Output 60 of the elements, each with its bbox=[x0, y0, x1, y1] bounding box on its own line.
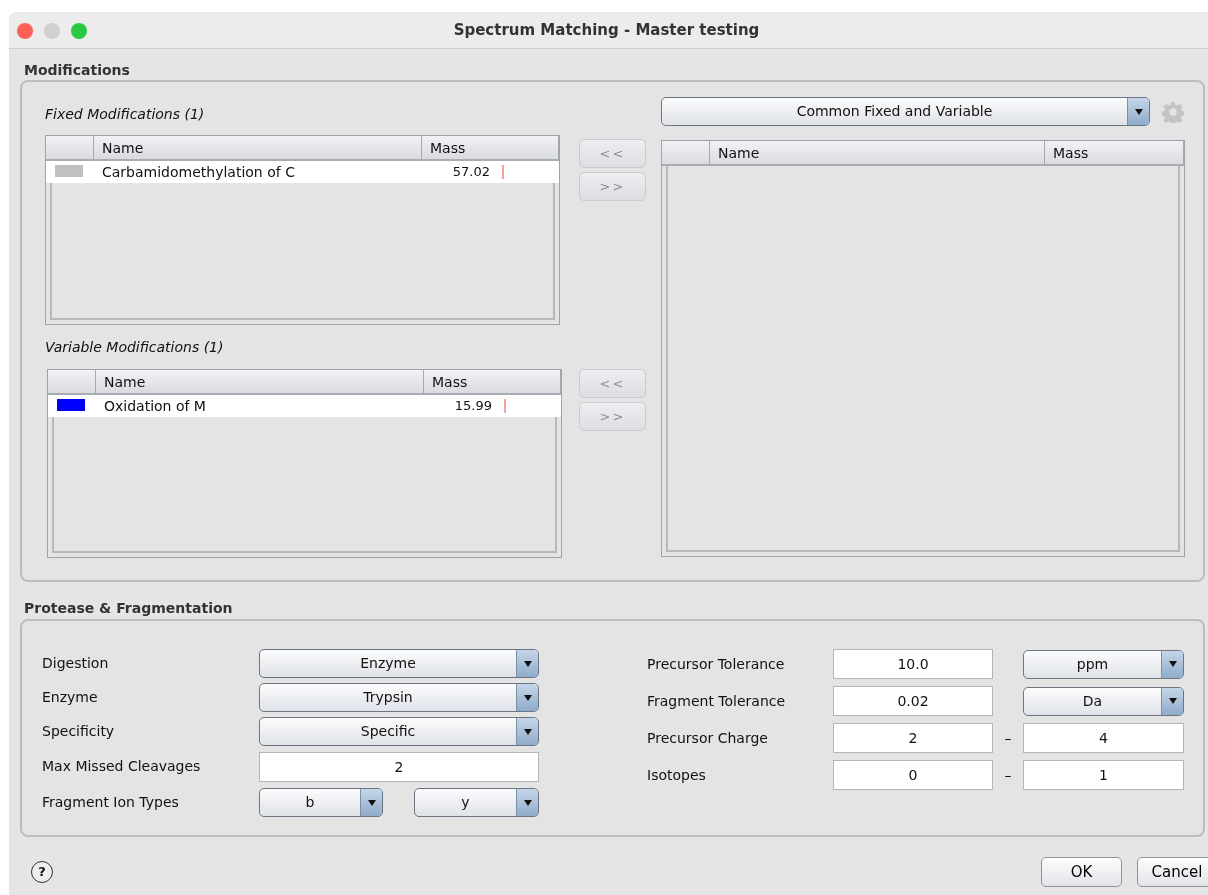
window-title: Spectrum Matching - Master testing bbox=[453, 19, 761, 41]
section-title: Modifications bbox=[24, 61, 131, 79]
maximize-button[interactable] bbox=[71, 23, 87, 39]
input-field[interactable]: 10.0 bbox=[833, 649, 993, 679]
caret-icon bbox=[1133, 107, 1144, 116]
field-label: Precursor Charge bbox=[647, 728, 769, 748]
minimize-button[interactable] bbox=[44, 23, 60, 39]
field-label: Max Missed Cleavages bbox=[42, 757, 202, 776]
column-header: Name bbox=[94, 136, 422, 159]
close-button[interactable] bbox=[17, 23, 33, 39]
field-label: Isotopes bbox=[647, 765, 707, 785]
caret-icon bbox=[522, 727, 533, 736]
dropdown[interactable]: Common Fixed and Variable bbox=[661, 97, 1150, 126]
input-field[interactable]: 2 bbox=[833, 723, 993, 753]
input-field[interactable]: 4 bbox=[1023, 723, 1184, 753]
field-label: Specificity bbox=[42, 722, 116, 741]
input-field[interactable]: 0 bbox=[833, 760, 993, 790]
field-label: Precursor Tolerance bbox=[647, 654, 786, 674]
column-header: Mass bbox=[1045, 141, 1184, 164]
field-label: Fragment Ion Types bbox=[42, 793, 180, 812]
range-dash: – bbox=[1003, 765, 1013, 785]
table-row[interactable]: Carbamidomethylation of C 57.02 bbox=[46, 161, 559, 183]
column-header: Name bbox=[96, 370, 424, 393]
column-header: Mass bbox=[422, 136, 559, 159]
section-title: Protease & Fragmentation bbox=[24, 599, 234, 617]
table-row[interactable]: Oxidation of M 15.99 bbox=[48, 395, 561, 417]
column-header: Mass bbox=[424, 370, 561, 393]
caret-icon bbox=[522, 798, 533, 807]
dropdown[interactable]: ppm bbox=[1023, 649, 1184, 679]
table-cell-text: Oxidation of M bbox=[103, 396, 207, 416]
caret-icon bbox=[522, 659, 533, 668]
table-cell-text: 57.02 bbox=[451, 163, 490, 182]
dropdown[interactable]: Da bbox=[1023, 686, 1184, 716]
field-label: Enzyme bbox=[42, 688, 99, 707]
field-label: Fragment Tolerance bbox=[647, 691, 787, 711]
input-field[interactable]: 0.02 bbox=[833, 686, 993, 716]
table-cell-text: 15.99 bbox=[453, 397, 492, 416]
column-header: Name bbox=[710, 141, 1045, 164]
field-label: Digestion bbox=[42, 654, 110, 673]
group-label: Fixed Modifications (1) bbox=[45, 105, 206, 124]
range-dash: – bbox=[1003, 728, 1013, 748]
table-cell-text: Carbamidomethylation of C bbox=[101, 162, 296, 182]
dropdown[interactable]: Enzyme bbox=[259, 649, 539, 678]
caret-icon bbox=[1167, 660, 1178, 668]
cancel-button[interactable]: Cancel bbox=[1137, 857, 1208, 887]
caret-icon bbox=[522, 693, 533, 702]
input-field[interactable]: 1 bbox=[1023, 760, 1184, 790]
caret-icon bbox=[1167, 697, 1178, 705]
settings-icon[interactable] bbox=[1162, 100, 1184, 123]
help-button[interactable]: ? bbox=[31, 861, 53, 883]
bar-mark bbox=[502, 165, 504, 179]
caret-icon bbox=[366, 798, 377, 807]
bar-mark bbox=[504, 399, 506, 413]
dropdown[interactable]: y bbox=[414, 788, 539, 817]
dropdown[interactable]: b bbox=[259, 788, 383, 817]
dropdown[interactable]: Specific bbox=[259, 717, 539, 746]
group-label: Variable Modifications (1) bbox=[45, 338, 225, 357]
dropdown[interactable]: Trypsin bbox=[259, 683, 539, 712]
input-field[interactable]: 2 bbox=[259, 751, 539, 782]
ok-button[interactable]: OK bbox=[1041, 857, 1122, 887]
